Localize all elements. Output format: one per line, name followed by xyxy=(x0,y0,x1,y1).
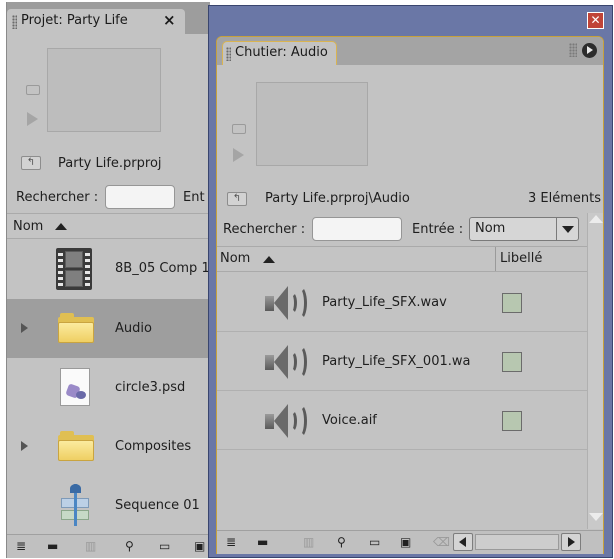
camera-icon[interactable] xyxy=(26,85,40,95)
item-name: Party_Life_SFX_001.wa xyxy=(322,354,471,369)
audio-speaker-icon xyxy=(265,284,311,322)
scroll-right-button[interactable] xyxy=(561,533,581,551)
item-name: Audio xyxy=(115,321,152,336)
scroll-up-icon[interactable] xyxy=(589,215,603,223)
item-name: 8B_05 Comp 1 xyxy=(115,261,210,276)
close-window-button[interactable]: ✕ xyxy=(587,12,604,29)
find-icon[interactable]: ⚲ xyxy=(125,538,134,554)
bin-tab[interactable]: Chutier: Audio xyxy=(222,41,337,65)
project-panel: Projet: Party Life × ↰ Party Life.prproj… xyxy=(6,2,210,558)
scroll-left-button[interactable] xyxy=(453,533,473,551)
grip-icon[interactable] xyxy=(226,47,231,61)
item-name: Party_Life_SFX.wav xyxy=(322,295,447,310)
audio-speaker-icon xyxy=(265,402,311,440)
list-view-icon[interactable]: ≣ xyxy=(16,538,26,554)
item-name: Sequence 01 xyxy=(115,498,200,513)
bin-bottom-toolbar: ≣ ▬ ▥ ⚲ ▭ ▣ ⌫ xyxy=(217,530,603,554)
new-bin-icon[interactable]: ▭ xyxy=(369,534,380,550)
bin-tab-title: Chutier: Audio xyxy=(235,45,328,60)
vertical-scrollbar[interactable] xyxy=(587,213,603,529)
project-bottom-toolbar: ≣ ▬ ▥ ⚲ ▭ ▣ xyxy=(7,534,210,558)
close-tab-button[interactable]: × xyxy=(163,11,176,29)
automate-icon: ▥ xyxy=(85,539,97,553)
parent-folder-icon[interactable]: ↰ xyxy=(21,156,41,170)
sequence-icon xyxy=(59,484,91,526)
label-color-swatch[interactable] xyxy=(502,293,522,313)
psd-file-icon xyxy=(60,368,90,406)
list-view-icon[interactable]: ≣ xyxy=(226,534,236,550)
list-item[interactable]: Composites xyxy=(7,417,210,476)
name-column-header[interactable]: Nom xyxy=(7,213,210,239)
item-name: Composites xyxy=(115,439,192,454)
camera-icon[interactable] xyxy=(232,124,246,134)
list-item[interactable]: Party_Life_SFX.wav xyxy=(217,273,587,332)
icon-view-icon[interactable]: ▬ xyxy=(257,534,268,550)
play-icon[interactable] xyxy=(27,112,38,126)
search-label: Rechercher : xyxy=(16,190,99,205)
search-input[interactable] xyxy=(105,185,175,209)
column-name-label: Nom xyxy=(13,219,44,234)
list-item[interactable]: Party_Life_SFX_001.wa xyxy=(217,332,587,391)
list-item[interactable]: Sequence 01 xyxy=(7,476,210,535)
play-icon[interactable] xyxy=(233,148,244,162)
expand-triangle-icon[interactable] xyxy=(21,441,28,451)
project-tab-bar: Projet: Party Life × xyxy=(7,2,210,34)
label-color-swatch[interactable] xyxy=(502,352,522,372)
new-item-icon[interactable]: ▣ xyxy=(400,534,411,550)
column-name-label[interactable]: Nom xyxy=(220,251,250,266)
grip-icon[interactable] xyxy=(569,43,577,57)
label-color-swatch[interactable] xyxy=(502,411,522,431)
audio-speaker-icon xyxy=(265,343,311,381)
entry-select[interactable]: Nom xyxy=(469,217,579,241)
list-item[interactable]: Voice.aif xyxy=(217,391,587,450)
icon-view-icon[interactable]: ▬ xyxy=(47,538,58,554)
expand-triangle-icon[interactable] xyxy=(21,323,28,333)
entry-label: Ent xyxy=(183,190,205,205)
bin-path: Party Life.prproj\Audio xyxy=(265,191,410,206)
project-file-name: Party Life.prproj xyxy=(58,156,162,171)
grip-icon[interactable] xyxy=(12,15,17,29)
project-tab-title: Projet: Party Life xyxy=(21,13,128,28)
column-divider[interactable] xyxy=(495,247,496,271)
entry-select-value: Nom xyxy=(475,221,506,236)
folder-icon xyxy=(58,313,94,343)
horizontal-scrollbar[interactable] xyxy=(475,534,559,550)
parent-folder-icon[interactable]: ↰ xyxy=(227,192,247,206)
find-icon[interactable]: ⚲ xyxy=(337,534,346,550)
delete-icon: ⌫ xyxy=(433,535,450,549)
element-count: 3 Eléments xyxy=(528,191,601,206)
item-name: Voice.aif xyxy=(322,413,377,428)
folder-icon xyxy=(58,431,94,461)
film-sequence-icon xyxy=(56,248,92,290)
scroll-down-icon[interactable] xyxy=(589,513,603,521)
list-item[interactable]: circle3.psd xyxy=(7,358,210,417)
list-item[interactable]: Audio xyxy=(7,299,210,358)
bin-panel: Chutier: Audio ↰ Party Life.prproj\Audio… xyxy=(216,36,604,554)
bin-preview-thumbnail xyxy=(256,82,368,166)
new-item-icon[interactable]: ▣ xyxy=(194,538,205,554)
chevron-down-icon[interactable] xyxy=(556,218,578,240)
column-label-label[interactable]: Libellé xyxy=(500,251,542,266)
new-bin-icon[interactable]: ▭ xyxy=(159,538,170,554)
search-label: Rechercher : xyxy=(223,222,306,237)
bin-tab-bar: Chutier: Audio xyxy=(217,37,603,65)
column-header-row: Nom Libellé xyxy=(217,246,587,272)
sort-ascending-icon[interactable] xyxy=(55,223,67,230)
project-tab[interactable]: Projet: Party Life × xyxy=(7,9,185,34)
search-input[interactable] xyxy=(312,217,402,241)
automate-icon: ▥ xyxy=(303,535,315,549)
bin-floating-window: ✕ Chutier: Audio ↰ Party Life.prproj\Aud… xyxy=(208,5,613,558)
sort-ascending-icon[interactable] xyxy=(263,256,275,263)
entry-label: Entrée : xyxy=(412,222,464,237)
panel-menu-button[interactable] xyxy=(582,43,597,58)
item-name: circle3.psd xyxy=(115,380,186,395)
project-preview-thumbnail xyxy=(47,48,161,132)
list-item[interactable]: 8B_05 Comp 1 xyxy=(7,240,210,299)
